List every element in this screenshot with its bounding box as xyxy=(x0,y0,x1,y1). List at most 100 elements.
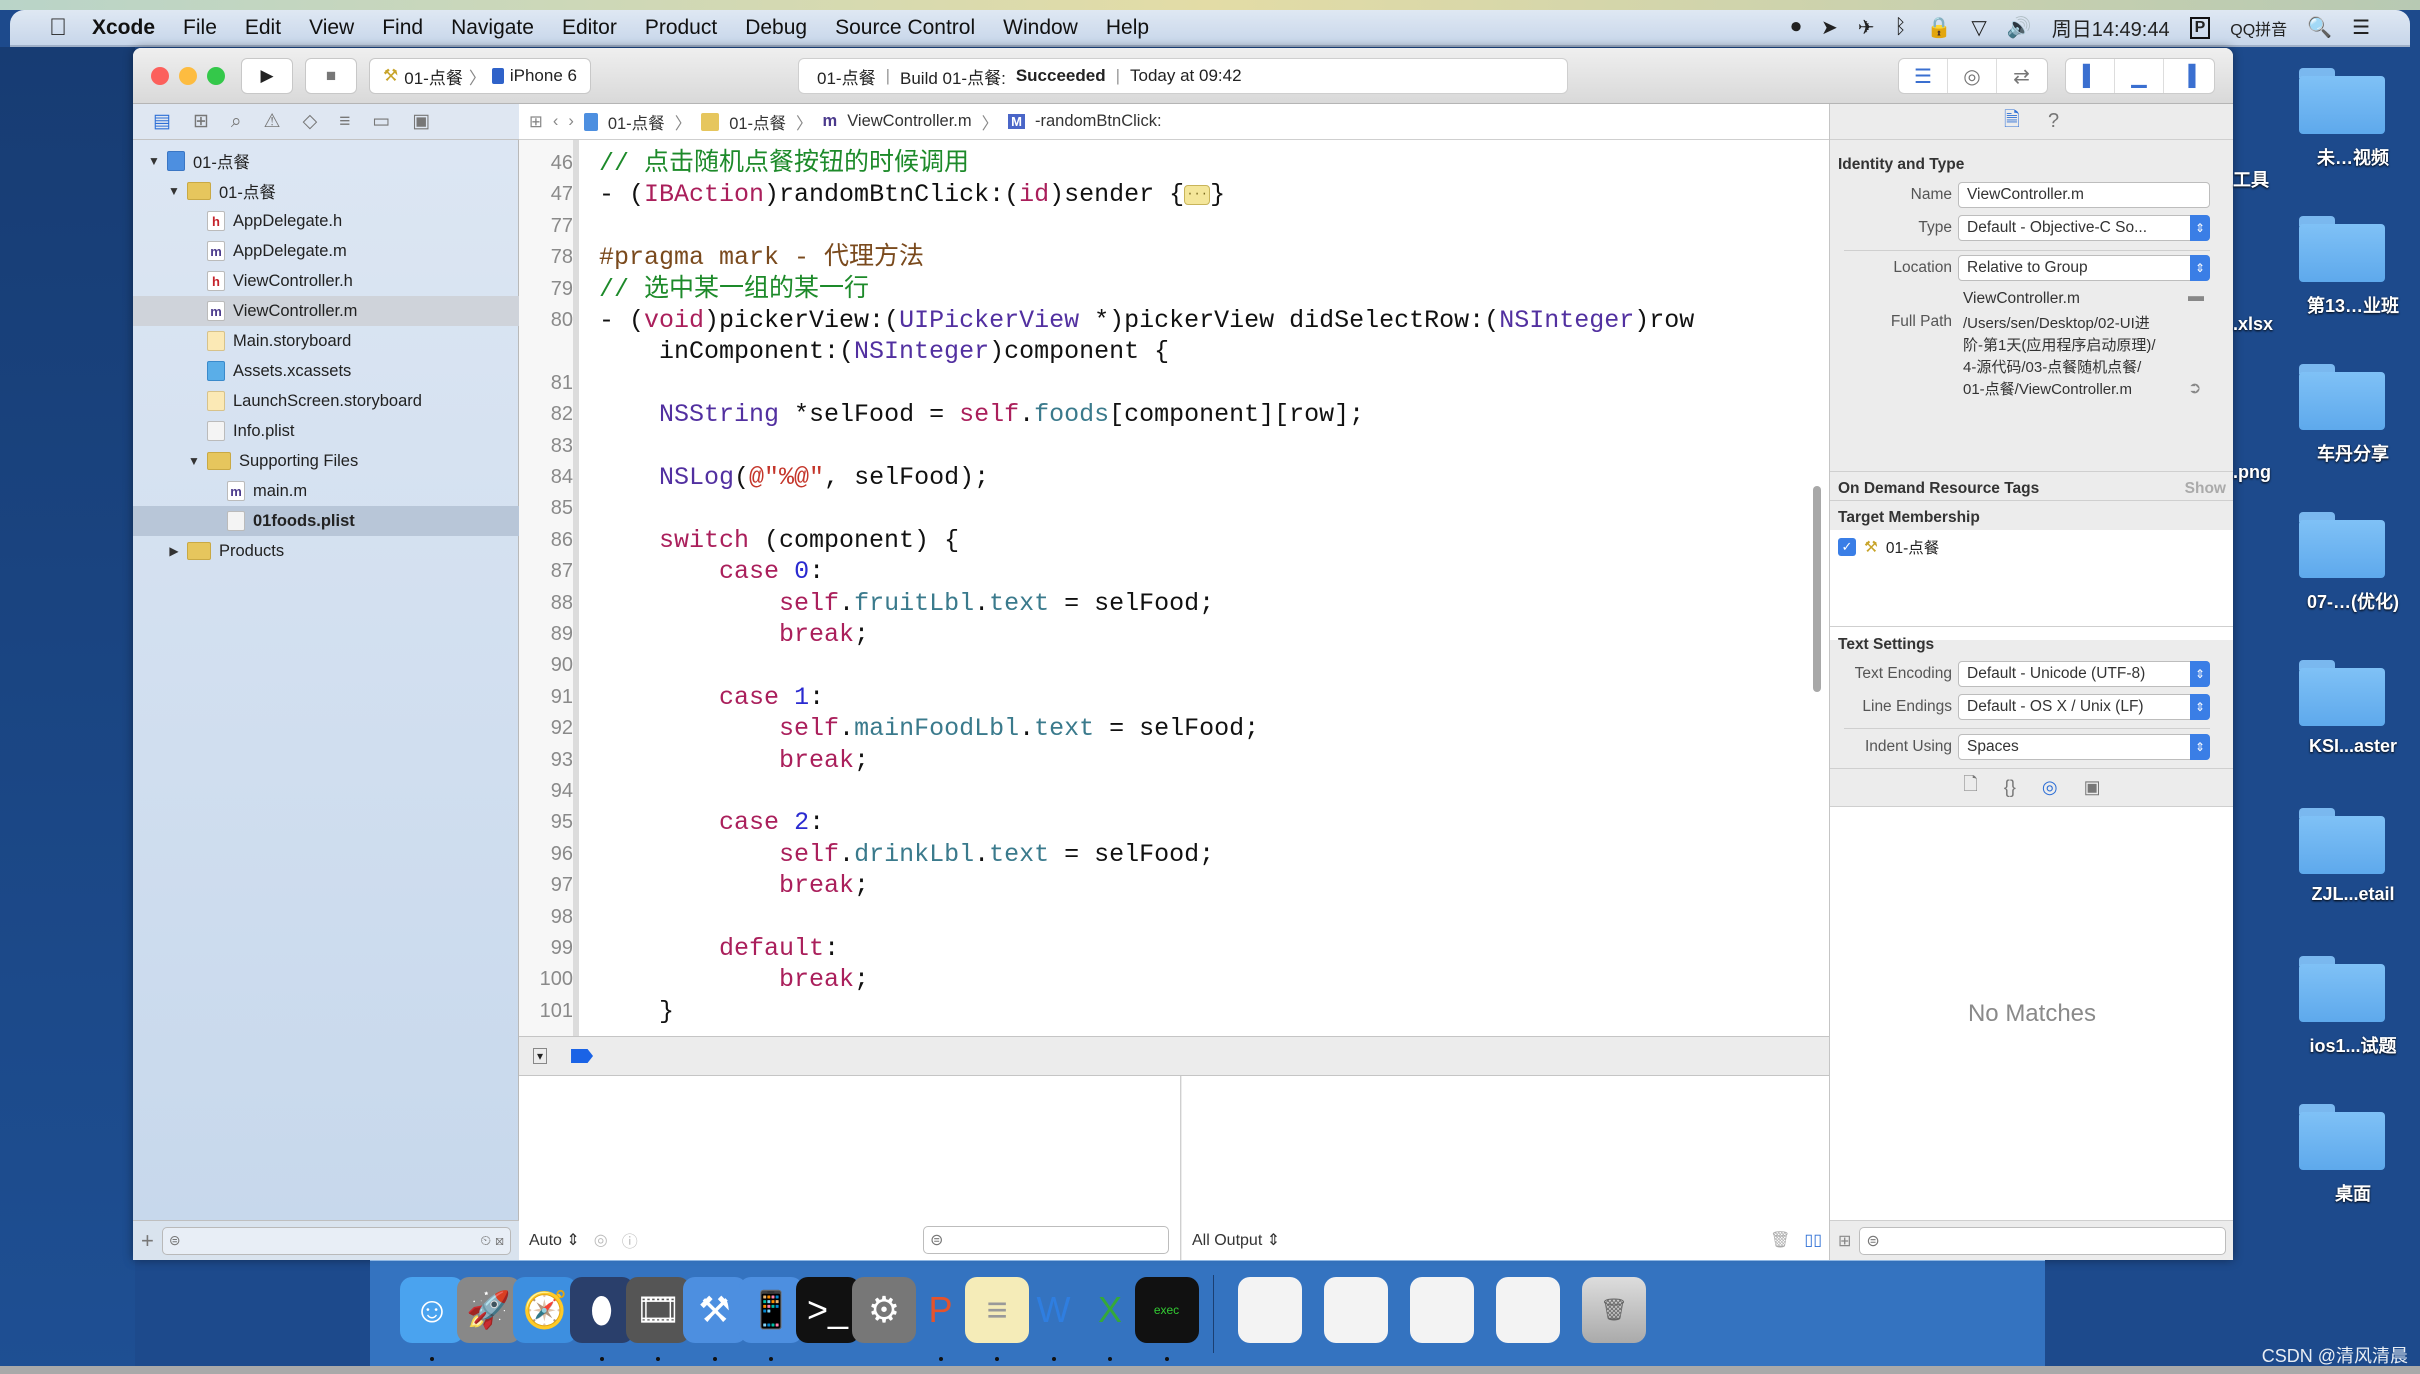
quick-look-icon[interactable]: ◎ xyxy=(594,1230,608,1250)
code-line[interactable]: 88 self.fruitLbl.text = selFood; xyxy=(519,588,1819,619)
dock-finder-icon[interactable]: ☺ xyxy=(400,1277,464,1343)
navigator-filter-field[interactable]: ⊜ ⏲ ⊠ xyxy=(161,1226,511,1255)
menu-help[interactable]: Help xyxy=(1092,16,1163,40)
quick-help-icon[interactable]: ? xyxy=(2048,110,2059,133)
breadcrumb-project[interactable]: 01-点餐 xyxy=(608,110,665,134)
location-icon[interactable]: ➤ xyxy=(1821,15,1838,40)
code-line[interactable]: 94 xyxy=(519,776,1819,807)
dock-document-icon[interactable] xyxy=(1410,1277,1474,1343)
code-line[interactable]: inComponent:(NSInteger)component { xyxy=(519,336,1819,367)
code-line[interactable]: 86 switch (component) { xyxy=(519,525,1819,556)
target-checkbox[interactable]: ✓ xyxy=(1838,538,1856,556)
spotlight-icon[interactable]: 🔍 xyxy=(2307,15,2332,40)
menu-view[interactable]: View xyxy=(295,16,368,40)
menu-app-name[interactable]: Xcode xyxy=(78,16,169,40)
menu-debug[interactable]: Debug xyxy=(731,16,821,40)
menu-find[interactable]: Find xyxy=(368,16,437,40)
trash-icon[interactable]: 🗑 xyxy=(1770,1230,1790,1250)
menu-window[interactable]: Window xyxy=(989,16,1092,40)
desktop-item-label[interactable]: 工具 xyxy=(2233,166,2269,192)
zoom-button[interactable] xyxy=(207,67,225,85)
desktop-folder-label[interactable]: ZJL...etail xyxy=(2293,884,2413,905)
breadcrumb-method[interactable]: -randomBtnClick: xyxy=(1035,112,1162,131)
navigator-item[interactable]: 01foods.plist xyxy=(133,506,519,536)
dock-trash-icon[interactable]: 🗑 xyxy=(1582,1277,1646,1343)
source-editor[interactable]: 46 // 点击随机点餐按钮的时候调用 47 - (IBAction)randomBt… xyxy=(519,140,1829,1036)
recent-files-icon[interactable]: ⏲ ⊠ xyxy=(480,1232,504,1249)
dock-mouse-icon[interactable]: ⬮ xyxy=(569,1277,634,1343)
breadcrumb-file[interactable]: ViewController.m xyxy=(847,112,971,131)
desktop-item-label[interactable]: .png xyxy=(2233,462,2271,483)
breadcrumb-group[interactable]: 01-点餐 xyxy=(729,110,786,134)
debug-navigator-icon[interactable]: ≡ xyxy=(339,111,350,133)
navigator-item[interactable]: Main.storyboard xyxy=(133,326,519,356)
code-line[interactable]: 81 xyxy=(519,368,1819,399)
desktop-folder-icon[interactable] xyxy=(2299,660,2385,726)
navigator-item[interactable]: ▼ Supporting Files xyxy=(133,446,519,476)
close-button[interactable] xyxy=(151,67,169,85)
console-output-select[interactable]: All Output ⇕ xyxy=(1192,1230,1280,1250)
disclosure-triangle-icon[interactable]: ▶ xyxy=(167,544,181,558)
desktop-folder-icon[interactable] xyxy=(2299,808,2385,874)
input-method-icon[interactable]: P xyxy=(2189,16,2211,39)
split-view-icon[interactable]: ▯▯ xyxy=(1804,1230,1822,1250)
code-line[interactable]: 84 NSLog(@"%@", selFood); xyxy=(519,462,1819,493)
stop-button[interactable]: ■ xyxy=(305,58,357,94)
desktop-item-label[interactable]: .xlsx xyxy=(2233,314,2273,335)
code-line[interactable]: 87 case 0: xyxy=(519,556,1819,587)
dock-terminal-icon[interactable]: >_ xyxy=(795,1277,860,1343)
debug-area-toggle-icon[interactable]: ▁ xyxy=(2115,59,2164,93)
desktop-folder-icon[interactable] xyxy=(2299,216,2385,282)
odr-show-button[interactable]: Show xyxy=(2185,480,2226,498)
disclosure-triangle-icon[interactable]: ▼ xyxy=(167,184,181,198)
navigator-item[interactable]: h ViewController.h xyxy=(133,266,519,296)
apple-menu-icon[interactable]:  xyxy=(38,14,78,42)
version-editor-icon[interactable]: ⇄ xyxy=(1997,59,2046,93)
desktop-folder-icon[interactable] xyxy=(2299,364,2385,430)
minimize-button[interactable] xyxy=(179,67,197,85)
forward-button[interactable]: › xyxy=(568,112,574,131)
code-line[interactable]: 79 // 选中某一组的某一行 xyxy=(519,274,1819,305)
code-line[interactable]: 83 xyxy=(519,431,1819,462)
code-line[interactable]: 101 } xyxy=(519,996,1819,1027)
navigator-item[interactable]: ▼ 01-点餐 xyxy=(133,146,519,176)
library-filter-field[interactable]: ⊜ xyxy=(1859,1226,2226,1255)
name-field[interactable]: ViewController.m xyxy=(1958,182,2210,208)
code-line[interactable]: 96 self.drinkLbl.text = selFood; xyxy=(519,839,1819,870)
utilities-toggle-icon[interactable]: ▐ xyxy=(2164,59,2213,93)
standard-editor-icon[interactable]: ☰ xyxy=(1899,59,1948,93)
code-line[interactable]: 47 - (IBAction)randomBtnClick:(id)sender … xyxy=(519,179,1819,210)
volume-icon[interactable]: 🔊 xyxy=(2007,15,2032,40)
desktop-folder-label[interactable]: 第13…业班 xyxy=(2293,292,2413,318)
navigator-item[interactable]: h AppDelegate.h xyxy=(133,206,519,236)
console-view[interactable]: All Output ⇕ 🗑 ▯▯ xyxy=(1182,1076,1829,1260)
code-line[interactable]: 92 self.mainFoodLbl.text = selFood; xyxy=(519,713,1819,744)
bluetooth-icon[interactable]: ᛒ xyxy=(1895,16,1907,39)
code-line[interactable]: 95 case 2: xyxy=(519,807,1819,838)
lock-icon[interactable]: 🔒 xyxy=(1927,15,1952,40)
code-line[interactable]: 93 break; xyxy=(519,745,1819,776)
desktop-folder-icon[interactable] xyxy=(2299,1104,2385,1170)
menu-edit[interactable]: Edit xyxy=(231,16,295,40)
notification-center-icon[interactable]: ☰ xyxy=(2352,15,2370,40)
menu-source-control[interactable]: Source Control xyxy=(821,16,989,40)
dock-launchpad-icon[interactable]: 🚀 xyxy=(456,1277,521,1343)
navigator-item[interactable]: LaunchScreen.storyboard xyxy=(133,386,519,416)
dock-word-icon[interactable]: W xyxy=(1022,1277,1086,1343)
info-icon[interactable]: ⓘ xyxy=(622,1228,638,1252)
variables-scope-select[interactable]: Auto ⇕ xyxy=(529,1230,580,1250)
code-line[interactable]: 82 NSString *selFood = self.foods[compon… xyxy=(519,399,1819,430)
menu-editor[interactable]: Editor xyxy=(548,16,631,40)
airplane-icon[interactable]: ✈ xyxy=(1858,15,1875,40)
navigator-item[interactable]: m ViewController.m xyxy=(133,296,519,326)
desktop-folder-label[interactable]: ios1...试题 xyxy=(2293,1032,2413,1058)
dock-exec-terminal-icon[interactable]: exec xyxy=(1134,1277,1199,1343)
project-navigator-icon[interactable]: ▤ xyxy=(153,110,171,133)
report-navigator-icon[interactable]: ▣ xyxy=(412,110,430,133)
desktop-folder-label[interactable]: 车丹分享 xyxy=(2293,440,2413,466)
navigator-item[interactable]: m AppDelegate.m xyxy=(133,236,519,266)
desktop-folder-label[interactable]: 07-…(优化) xyxy=(2293,588,2413,614)
dock-photo-booth-icon[interactable]: 🎞 xyxy=(626,1277,690,1343)
back-button[interactable]: ‹ xyxy=(553,112,559,131)
test-navigator-icon[interactable]: ◇ xyxy=(303,110,318,133)
